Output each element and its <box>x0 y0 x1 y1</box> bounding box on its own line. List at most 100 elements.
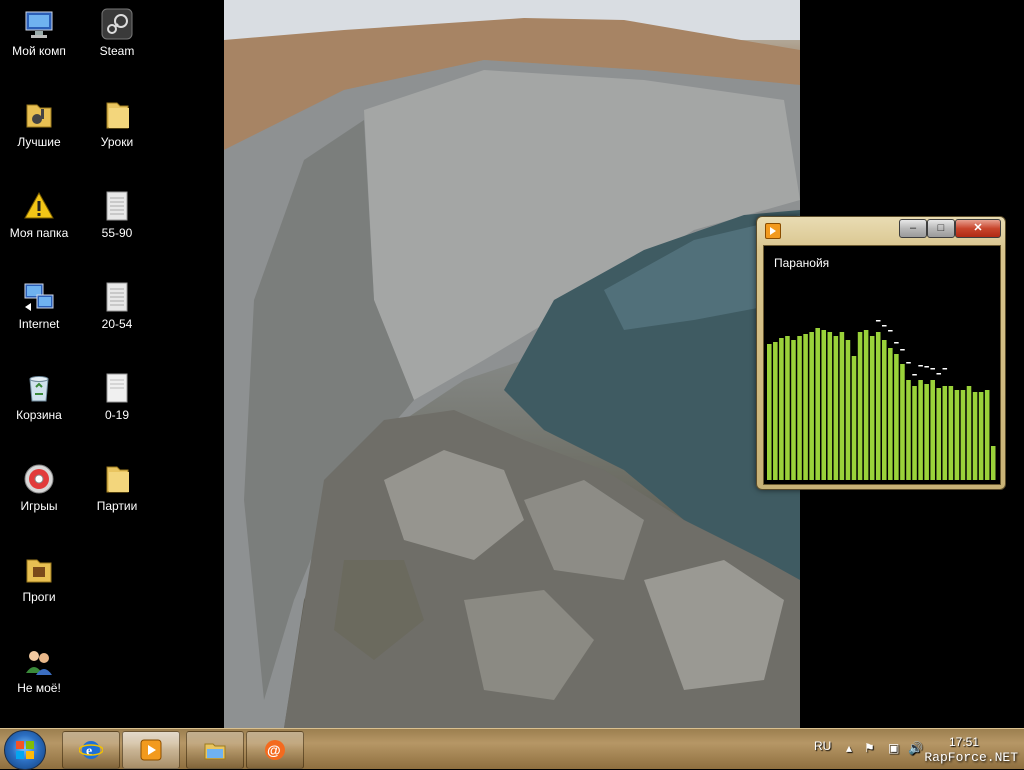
spectrum-bar <box>809 332 814 480</box>
spectrum-bar <box>882 340 887 480</box>
spectrum-bar <box>960 390 966 480</box>
action-center-flag-icon[interactable]: ⚑ <box>864 741 875 755</box>
taskbar-button-explorer[interactable] <box>186 731 244 769</box>
desktop-icon-label: Лучшие <box>17 135 61 149</box>
desktop-icon-label: Мой комп <box>12 44 66 58</box>
media-player-icon <box>765 223 781 239</box>
show-hidden-icons-icon[interactable]: ▴ <box>846 741 852 755</box>
spectrum-bar <box>936 388 942 480</box>
desktop-icon-best[interactable]: Лучшие <box>0 93 78 177</box>
spectrum-peak <box>882 325 887 327</box>
folder-icon <box>101 99 133 131</box>
spectrum-visualizer <box>767 320 996 480</box>
spectrum-bar <box>984 390 990 480</box>
spectrum-bar <box>954 390 960 480</box>
spectrum-peak <box>894 342 899 344</box>
desktop-icon-label: Моя папка <box>9 226 69 240</box>
music-folder-icon <box>23 554 55 586</box>
media-player-icon <box>140 739 162 761</box>
desktop-icon-label: Партии <box>96 499 138 513</box>
document-icon <box>101 372 133 404</box>
minimize-button[interactable]: – <box>899 219 927 238</box>
spectrum-bar <box>978 392 984 480</box>
computer-icon <box>23 8 55 40</box>
desktop-icon-55-90[interactable]: 55-90 <box>78 184 156 268</box>
desktop-icon-games[interactable]: Игрыы <box>0 457 78 541</box>
spectrum-bar <box>875 332 881 480</box>
users-icon <box>23 645 55 677</box>
spectrum-peak <box>918 365 923 367</box>
spectrum-bar <box>767 344 772 480</box>
close-button[interactable]: ✕ <box>955 219 1001 238</box>
window-titlebar[interactable]: – □ ✕ <box>757 217 1005 243</box>
spectrum-bar <box>797 336 802 480</box>
spectrum-bar <box>972 392 978 480</box>
spectrum-peak <box>930 368 935 370</box>
desktop-icon-label: Internet <box>18 317 60 331</box>
warning-icon <box>23 190 55 222</box>
watermark: RapForce.NET <box>924 750 1018 765</box>
track-title: Паранойя <box>774 256 830 270</box>
system-tray: RU ▴ ⚑ ▣ 🔊 17:51 RapForce.NET <box>794 729 1024 769</box>
desktop-icon-programs[interactable]: Проги <box>0 548 78 632</box>
spectrum-bar <box>833 336 839 480</box>
spectrum-bar <box>912 386 917 480</box>
desktop-icon-recycle-bin[interactable]: Корзина <box>0 366 78 450</box>
media-player-window[interactable]: – □ ✕ Паранойя <box>756 216 1006 490</box>
spectrum-peak <box>900 349 905 351</box>
desktop-icon-label: Не моё! <box>17 681 61 695</box>
clock[interactable]: 17:51 <box>944 735 984 749</box>
language-indicator[interactable]: RU <box>814 739 831 753</box>
spectrum-bar <box>845 340 851 480</box>
spectrum-bar <box>815 328 820 480</box>
spectrum-peak <box>912 374 917 376</box>
mail-agent-icon: @ <box>265 740 285 760</box>
spectrum-bar <box>773 342 778 480</box>
volume-icon[interactable]: 🔊 <box>908 741 923 755</box>
spectrum-bar <box>894 354 899 480</box>
spectrum-peak <box>888 330 893 332</box>
music-folder-icon <box>23 99 55 131</box>
document-icon <box>101 190 133 222</box>
spectrum-peak <box>942 368 948 370</box>
svg-text:e: e <box>86 744 92 759</box>
desktop-icon-20-54[interactable]: 20-54 <box>78 275 156 359</box>
spectrum-bar <box>803 334 808 480</box>
taskbar-button-media-player[interactable] <box>122 731 180 769</box>
windows-flag-icon <box>16 741 34 759</box>
desktop-icon-0-19[interactable]: 0-19 <box>78 366 156 450</box>
spectrum-bar <box>888 348 893 480</box>
spectrum-peak <box>924 366 929 368</box>
spectrum-bar <box>918 380 923 480</box>
spectrum-bar <box>857 332 863 480</box>
disc-icon <box>23 463 55 495</box>
desktop-wallpaper <box>224 0 800 728</box>
desktop-icon-label: Игрыы <box>20 499 58 513</box>
network-icon[interactable]: ▣ <box>888 741 899 755</box>
desktop-icon-steam[interactable]: Steam <box>78 2 156 86</box>
desktop-icon-my-folder[interactable]: Моя папка <box>0 184 78 268</box>
spectrum-bar <box>990 446 996 480</box>
desktop-icon-not-mine[interactable]: Не моё! <box>0 639 78 723</box>
desktop-icon-internet[interactable]: Internet <box>0 275 78 359</box>
taskbar-button-ie[interactable]: e <box>62 731 120 769</box>
desktop-icon-label: Корзина <box>16 408 62 422</box>
desktop-icon-lessons[interactable]: Уроки <box>78 93 156 177</box>
spectrum-bar <box>924 384 929 480</box>
start-button[interactable] <box>4 730 46 770</box>
maximize-button[interactable]: □ <box>927 219 955 238</box>
spectrum-bar <box>839 332 845 480</box>
desktop-icon-games-parties[interactable]: Партии <box>78 457 156 541</box>
taskbar-button-mail[interactable]: @ <box>246 731 304 769</box>
spectrum-bar <box>863 330 869 480</box>
spectrum-peak <box>875 320 881 322</box>
taskbar: e @ RU ▴ ⚑ ▣ 🔊 17:51 RapForce.NET <box>0 728 1024 770</box>
spectrum-bar <box>779 338 784 480</box>
desktop-icon-label: 20-54 <box>101 317 133 331</box>
desktop-icon-label: Уроки <box>100 135 134 149</box>
spectrum-bar <box>966 386 972 480</box>
recycle-bin-icon <box>23 372 55 404</box>
desktop-icon-my-computer[interactable]: Мой комп <box>0 2 78 86</box>
spectrum-bar <box>821 330 827 480</box>
spectrum-bar <box>948 386 954 480</box>
